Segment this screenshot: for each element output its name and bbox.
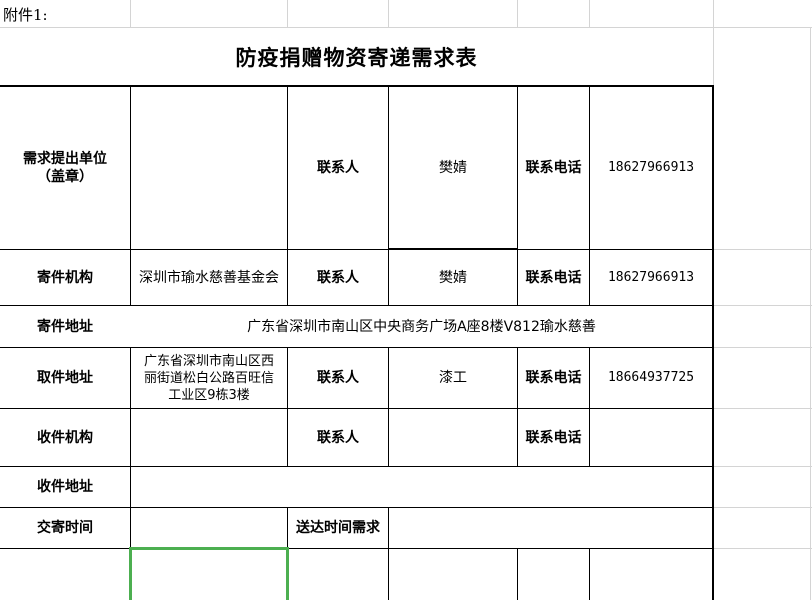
gridline xyxy=(714,466,812,467)
selected-cell[interactable] xyxy=(132,550,286,600)
send-time-label[interactable]: 交寄时间 xyxy=(0,508,130,548)
gridline xyxy=(287,0,288,27)
send-time-cell[interactable] xyxy=(131,508,287,548)
recipient-address-cell[interactable] xyxy=(131,467,712,507)
empty-cell[interactable] xyxy=(0,549,130,600)
phone-label[interactable]: 联系电话 xyxy=(518,348,589,408)
contact-label[interactable]: 联系人 xyxy=(288,409,388,466)
phone-value[interactable]: 18664937725 xyxy=(590,348,712,408)
gridline xyxy=(517,0,518,27)
gridline xyxy=(714,507,812,508)
contact-label[interactable]: 联系人 xyxy=(288,87,388,249)
recipient-org-cell[interactable] xyxy=(131,409,287,466)
pickup-address-value[interactable]: 广东省深圳市南山区西 丽街道松白公路百旺信 工业区9栋3楼 xyxy=(131,348,287,408)
gridline xyxy=(810,27,811,600)
gridline xyxy=(589,0,590,27)
recipient-org-label[interactable]: 收件机构 xyxy=(0,409,130,466)
requester-unit-cell[interactable] xyxy=(131,87,287,249)
recipient-address-label[interactable]: 收件地址 xyxy=(0,467,130,507)
phone-label[interactable]: 联系电话 xyxy=(518,250,589,305)
gridline xyxy=(714,548,812,549)
pickup-address-label[interactable]: 取件地址 xyxy=(0,348,130,408)
empty-cell[interactable] xyxy=(288,549,388,600)
empty-cell[interactable] xyxy=(590,549,712,600)
gridline xyxy=(714,249,812,250)
requester-unit-label[interactable]: 需求提出单位 （盖章） xyxy=(0,87,130,249)
gridline xyxy=(714,408,812,409)
phone-value[interactable]: 18627966913 xyxy=(590,87,712,249)
sender-address-value[interactable]: 广东省深圳市南山区中央商务广场A座8楼V812瑜水慈善 xyxy=(131,306,712,347)
contact-value[interactable]: 漆工 xyxy=(389,348,517,408)
phone-cell[interactable] xyxy=(590,409,712,466)
contact-value[interactable]: 樊婧 xyxy=(389,250,517,305)
contact-label[interactable]: 联系人 xyxy=(288,250,388,305)
attachment-label[interactable]: 附件1: xyxy=(3,4,128,26)
empty-cell[interactable] xyxy=(518,549,589,600)
gridline xyxy=(388,0,389,27)
delivery-time-label[interactable]: 送达时间需求 xyxy=(288,508,388,548)
delivery-time-cell[interactable] xyxy=(389,508,712,548)
gridline xyxy=(714,347,812,348)
sender-org-value[interactable]: 深圳市瑜水慈善基金会 xyxy=(131,250,287,305)
phone-value[interactable]: 18627966913 xyxy=(590,250,712,305)
empty-cell[interactable] xyxy=(389,549,517,600)
sheet-title[interactable]: 防疫捐赠物资寄递需求表 xyxy=(0,40,713,76)
phone-label[interactable]: 联系电话 xyxy=(518,409,589,466)
gridline xyxy=(713,0,714,85)
sender-address-label[interactable]: 寄件地址 xyxy=(0,306,130,347)
phone-label[interactable]: 联系电话 xyxy=(518,87,589,249)
gridline xyxy=(130,0,131,27)
contact-value[interactable]: 樊婧 xyxy=(389,87,517,249)
table-border xyxy=(712,85,714,600)
contact-cell[interactable] xyxy=(389,409,517,466)
contact-label[interactable]: 联系人 xyxy=(288,348,388,408)
gridline xyxy=(0,27,812,28)
sender-org-label[interactable]: 寄件机构 xyxy=(0,250,130,305)
gridline xyxy=(714,305,812,306)
